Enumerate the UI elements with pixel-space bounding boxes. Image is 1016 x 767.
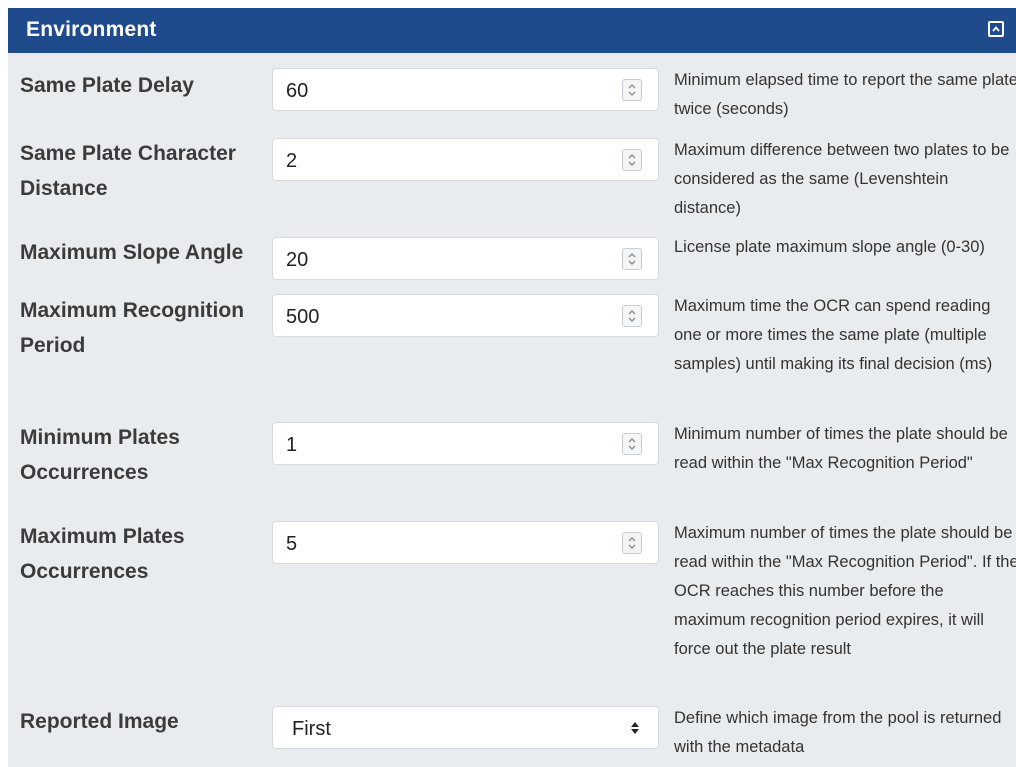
environment-panel: Environment Same Plate Delay 60 Minimum … [8,8,1016,767]
field-description: Maximum number of times the plate should… [674,524,1016,658]
number-spinner-icon[interactable] [622,532,642,554]
field-description: Define which image from the pool is retu… [674,709,1002,756]
maximum-recognition-period-input[interactable]: 500 [272,294,659,337]
same-plate-character-distance-input[interactable]: 2 [272,138,659,181]
field-label: Maximum Recognition Period [20,299,245,357]
reported-image-select[interactable]: First [272,706,659,749]
field-description: Maximum difference between two plates to… [674,141,1010,217]
panel-title: Environment [26,18,157,41]
maximum-plates-occurrences-input[interactable]: 5 [272,521,659,564]
number-spinner-icon[interactable] [622,79,642,101]
panel-header: Environment [8,8,1016,53]
number-spinner-icon[interactable] [622,305,642,327]
number-spinner-icon[interactable] [622,248,642,270]
collapse-icon[interactable] [988,21,1004,37]
number-spinner-icon[interactable] [622,149,642,171]
field-description: Minimum elapsed time to report the same … [674,71,1016,118]
field-label: Minimum Plates Occurrences [20,426,180,484]
field-label: Maximum Slope Angle [20,241,244,264]
same-plate-delay-input[interactable]: 60 [272,68,659,111]
input-value: 2 [286,150,298,172]
input-value: 1 [286,434,298,456]
field-description: Maximum time the OCR can spend reading o… [674,297,993,373]
sort-caret-icon [630,720,640,741]
field-label: Reported Image [20,710,179,733]
input-value: 60 [286,80,309,102]
field-label: Same Plate Delay [20,74,194,97]
field-label: Same Plate Character Distance [20,142,236,200]
maximum-slope-angle-input[interactable]: 20 [272,237,659,280]
minimum-plates-occurrences-input[interactable]: 1 [272,422,659,465]
field-description: Minimum number of times the plate should… [674,425,1008,472]
number-spinner-icon[interactable] [622,433,642,455]
input-value: 20 [286,249,309,271]
field-description: License plate maximum slope angle (0-30) [674,238,985,256]
field-label: Maximum Plates Occurrences [20,525,185,583]
select-value: First [292,718,331,740]
input-value: 5 [286,533,298,555]
input-value: 500 [286,306,320,328]
